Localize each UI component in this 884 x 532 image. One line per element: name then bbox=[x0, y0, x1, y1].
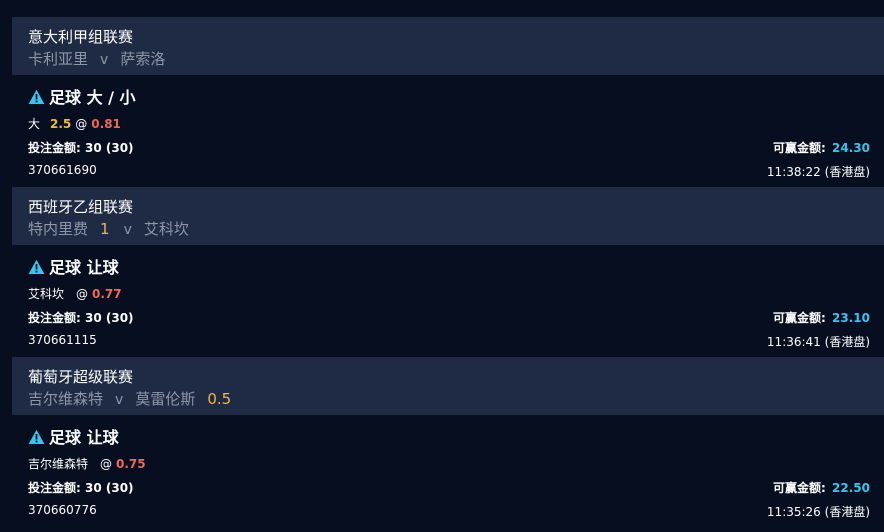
bet-card: 西班牙乙组联赛 特内里费 1 v 艾科坎 足球 让球 艾科坎 @0.77 投注金额: 3… bbox=[12, 187, 884, 357]
win-label: 可赢金额: bbox=[773, 481, 826, 495]
win-amount: 24.30 bbox=[832, 141, 870, 155]
bet-time: 11:35:26 (香港盘) bbox=[766, 505, 870, 519]
selection-line: 大 2.5 @0.81 bbox=[28, 115, 121, 132]
stake-value: 30 (30) bbox=[85, 481, 134, 495]
warning-triangle-icon bbox=[28, 259, 45, 275]
market-label: 足球 让球 bbox=[49, 428, 119, 447]
league-header: 西班牙乙组联赛 特内里费 1 v 艾科坎 bbox=[12, 187, 884, 245]
win-label: 可赢金额: bbox=[773, 141, 826, 155]
bet-ref-id: 370661115 bbox=[28, 333, 97, 347]
league-name: 葡萄牙超级联赛 bbox=[28, 368, 134, 386]
vs-label: v bbox=[115, 392, 124, 408]
home-team: 吉尔维森特 bbox=[28, 390, 104, 408]
odds-value: 0.77 bbox=[92, 287, 122, 301]
bet-card: 意大利甲组联赛 卡利亚里 v 萨索洛 足球 大 / 小 大 2.5 @0.81 投注金额… bbox=[12, 17, 884, 187]
bet-time: 11:38:22 (香港盘) bbox=[766, 165, 870, 179]
selection-line: 吉尔维森特 @0.75 bbox=[28, 455, 146, 472]
win-label: 可赢金额: bbox=[773, 311, 826, 325]
warning-triangle-icon bbox=[28, 429, 45, 445]
market-title: 足球 大 / 小 bbox=[28, 84, 136, 108]
stake-info: 投注金额: 30 (30) bbox=[28, 479, 134, 496]
market-title: 足球 让球 bbox=[28, 424, 119, 448]
bet-ref-id: 370661690 bbox=[28, 163, 97, 177]
market-label: 足球 大 / 小 bbox=[49, 88, 136, 107]
matchup: 特内里费 1 v 艾科坎 bbox=[28, 218, 189, 239]
away-team: 艾科坎 bbox=[143, 220, 189, 238]
league-name: 意大利甲组联赛 bbox=[28, 28, 134, 46]
handicap-line: 2.5 bbox=[50, 117, 72, 131]
stake-label: 投注金额: bbox=[28, 141, 81, 155]
vs-label: v bbox=[123, 222, 132, 238]
selection-name: 吉尔维森特 bbox=[28, 457, 89, 471]
win-info: 可赢金额: 23.10 bbox=[773, 309, 870, 326]
matchup: 吉尔维森特 v 莫雷伦斯 0.5 bbox=[28, 388, 231, 409]
matchup: 卡利亚里 v 萨索洛 bbox=[28, 48, 165, 69]
odds-value: 0.81 bbox=[91, 117, 121, 131]
selection-name: 艾科坎 bbox=[28, 287, 65, 301]
bet-card: 葡萄牙超级联赛 吉尔维森特 v 莫雷伦斯 0.5 足球 让球 吉尔维森特 @0.75 投… bbox=[12, 357, 884, 532]
league-header: 意大利甲组联赛 卡利亚里 v 萨索洛 bbox=[12, 17, 884, 75]
league-header: 葡萄牙超级联赛 吉尔维森特 v 莫雷伦斯 0.5 bbox=[12, 357, 884, 415]
odds-value: 0.75 bbox=[116, 457, 146, 471]
market-title: 足球 让球 bbox=[28, 254, 119, 278]
stake-label: 投注金额: bbox=[28, 311, 81, 325]
at-symbol: @ bbox=[75, 117, 88, 131]
handicap-home: 1 bbox=[100, 220, 110, 238]
at-symbol: @ bbox=[100, 457, 113, 471]
win-info: 可赢金额: 22.50 bbox=[773, 479, 870, 496]
bet-slip-list: 意大利甲组联赛 卡利亚里 v 萨索洛 足球 大 / 小 大 2.5 @0.81 投注金额… bbox=[0, 0, 884, 532]
away-team: 萨索洛 bbox=[120, 50, 166, 68]
win-amount: 22.50 bbox=[832, 481, 870, 495]
stake-info: 投注金额: 30 (30) bbox=[28, 139, 134, 156]
market-label: 足球 让球 bbox=[49, 258, 119, 277]
warning-triangle-icon bbox=[28, 89, 45, 105]
at-symbol: @ bbox=[76, 287, 89, 301]
bet-ref-id: 370660776 bbox=[28, 503, 97, 517]
win-amount: 23.10 bbox=[832, 311, 870, 325]
home-team: 特内里费 bbox=[28, 220, 89, 238]
league-name: 西班牙乙组联赛 bbox=[28, 198, 134, 216]
selection-line: 艾科坎 @0.77 bbox=[28, 285, 122, 302]
stake-label: 投注金额: bbox=[28, 481, 81, 495]
stake-value: 30 (30) bbox=[85, 141, 134, 155]
home-team: 卡利亚里 bbox=[28, 50, 89, 68]
away-team: 莫雷伦斯 bbox=[135, 390, 196, 408]
stake-info: 投注金额: 30 (30) bbox=[28, 309, 134, 326]
handicap-away: 0.5 bbox=[207, 390, 232, 408]
win-info: 可赢金额: 24.30 bbox=[773, 139, 870, 156]
bet-time: 11:36:41 (香港盘) bbox=[766, 335, 870, 349]
selection-name: 大 bbox=[28, 117, 41, 131]
vs-label: v bbox=[100, 52, 109, 68]
stake-value: 30 (30) bbox=[85, 311, 134, 325]
